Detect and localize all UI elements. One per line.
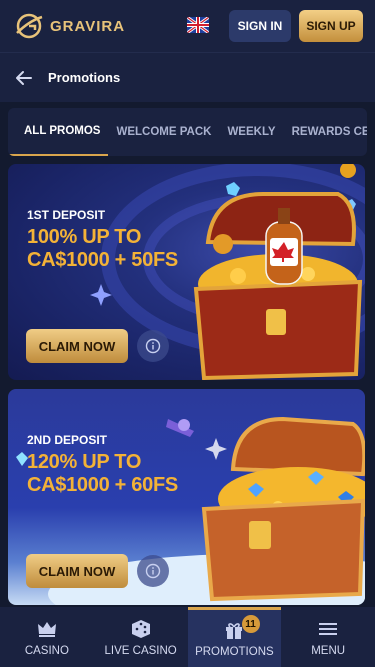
promo-tabs: ALL PROMOS WELCOME PACK WEEKLY REWARDS C… — [8, 108, 367, 156]
info-button[interactable] — [137, 555, 169, 587]
nav-casino[interactable]: CASINO — [0, 607, 94, 667]
bottom-navigation: CASINO LIVE CASINO 11 PROMOTIONS MENU — [0, 607, 375, 667]
promo-headline-line2: CA$1000 + 50FS — [27, 249, 178, 271]
info-icon — [145, 338, 161, 354]
nav-label: PROMOTIONS — [195, 646, 274, 658]
info-button[interactable] — [137, 330, 169, 362]
promo-headline-line1: 100% UP TO — [27, 226, 142, 248]
uk-flag-icon[interactable] — [187, 17, 209, 33]
promo-headline: 120% UP TO CA$1000 + 60FS — [27, 451, 227, 497]
page-title: Promotions — [48, 70, 121, 85]
nav-label: CASINO — [24, 644, 69, 657]
nav-promotions[interactable]: 11 PROMOTIONS — [187, 607, 282, 667]
tab-rewards-center[interactable]: REWARDS CEN — [284, 108, 367, 156]
tab-all-promos[interactable]: ALL PROMOS — [8, 108, 109, 156]
tab-weekly[interactable]: WEEKLY — [219, 108, 283, 156]
notification-badge: 11 — [241, 615, 260, 633]
claim-now-button[interactable]: CLAIM NOW — [26, 554, 128, 588]
page-header: Promotions — [0, 52, 375, 102]
dice-icon — [131, 619, 150, 638]
logo-icon — [16, 13, 43, 39]
nav-live-casino[interactable]: LIVE CASINO — [94, 607, 188, 667]
info-icon — [145, 563, 161, 579]
back-arrow-icon[interactable] — [14, 68, 34, 88]
sign-up-button[interactable]: SIGN UP — [299, 10, 363, 42]
sign-in-button[interactable]: SIGN IN — [229, 10, 291, 42]
nav-label: LIVE CASINO — [104, 644, 177, 657]
logo[interactable]: GRAVIRA — [14, 11, 125, 41]
claim-now-button[interactable]: CLAIM NOW — [26, 329, 128, 363]
promo-headline-line2: CA$1000 + 60FS — [27, 474, 178, 496]
promo-label: 1ST DEPOSIT — [27, 208, 106, 222]
promo-card[interactable]: 1ST DEPOSIT 100% UP TO CA$1000 + 50FS CL… — [8, 164, 365, 380]
promo-headline: 100% UP TO CA$1000 + 50FS — [27, 226, 227, 272]
brand-name: GRAVIRA — [50, 17, 126, 35]
tab-welcome-pack[interactable]: WELCOME PACK — [108, 108, 219, 156]
nav-menu[interactable]: MENU — [281, 607, 375, 667]
crown-icon — [37, 621, 56, 637]
promo-card[interactable]: 2ND DEPOSIT 120% UP TO CA$1000 + 60FS CL… — [8, 389, 365, 605]
menu-icon — [319, 622, 338, 635]
nav-label: MENU — [311, 644, 346, 657]
top-bar: GRAVIRA SIGN IN SIGN UP — [0, 0, 375, 52]
promo-label: 2ND DEPOSIT — [27, 433, 108, 447]
promo-headline-line1: 120% UP TO — [27, 451, 142, 473]
